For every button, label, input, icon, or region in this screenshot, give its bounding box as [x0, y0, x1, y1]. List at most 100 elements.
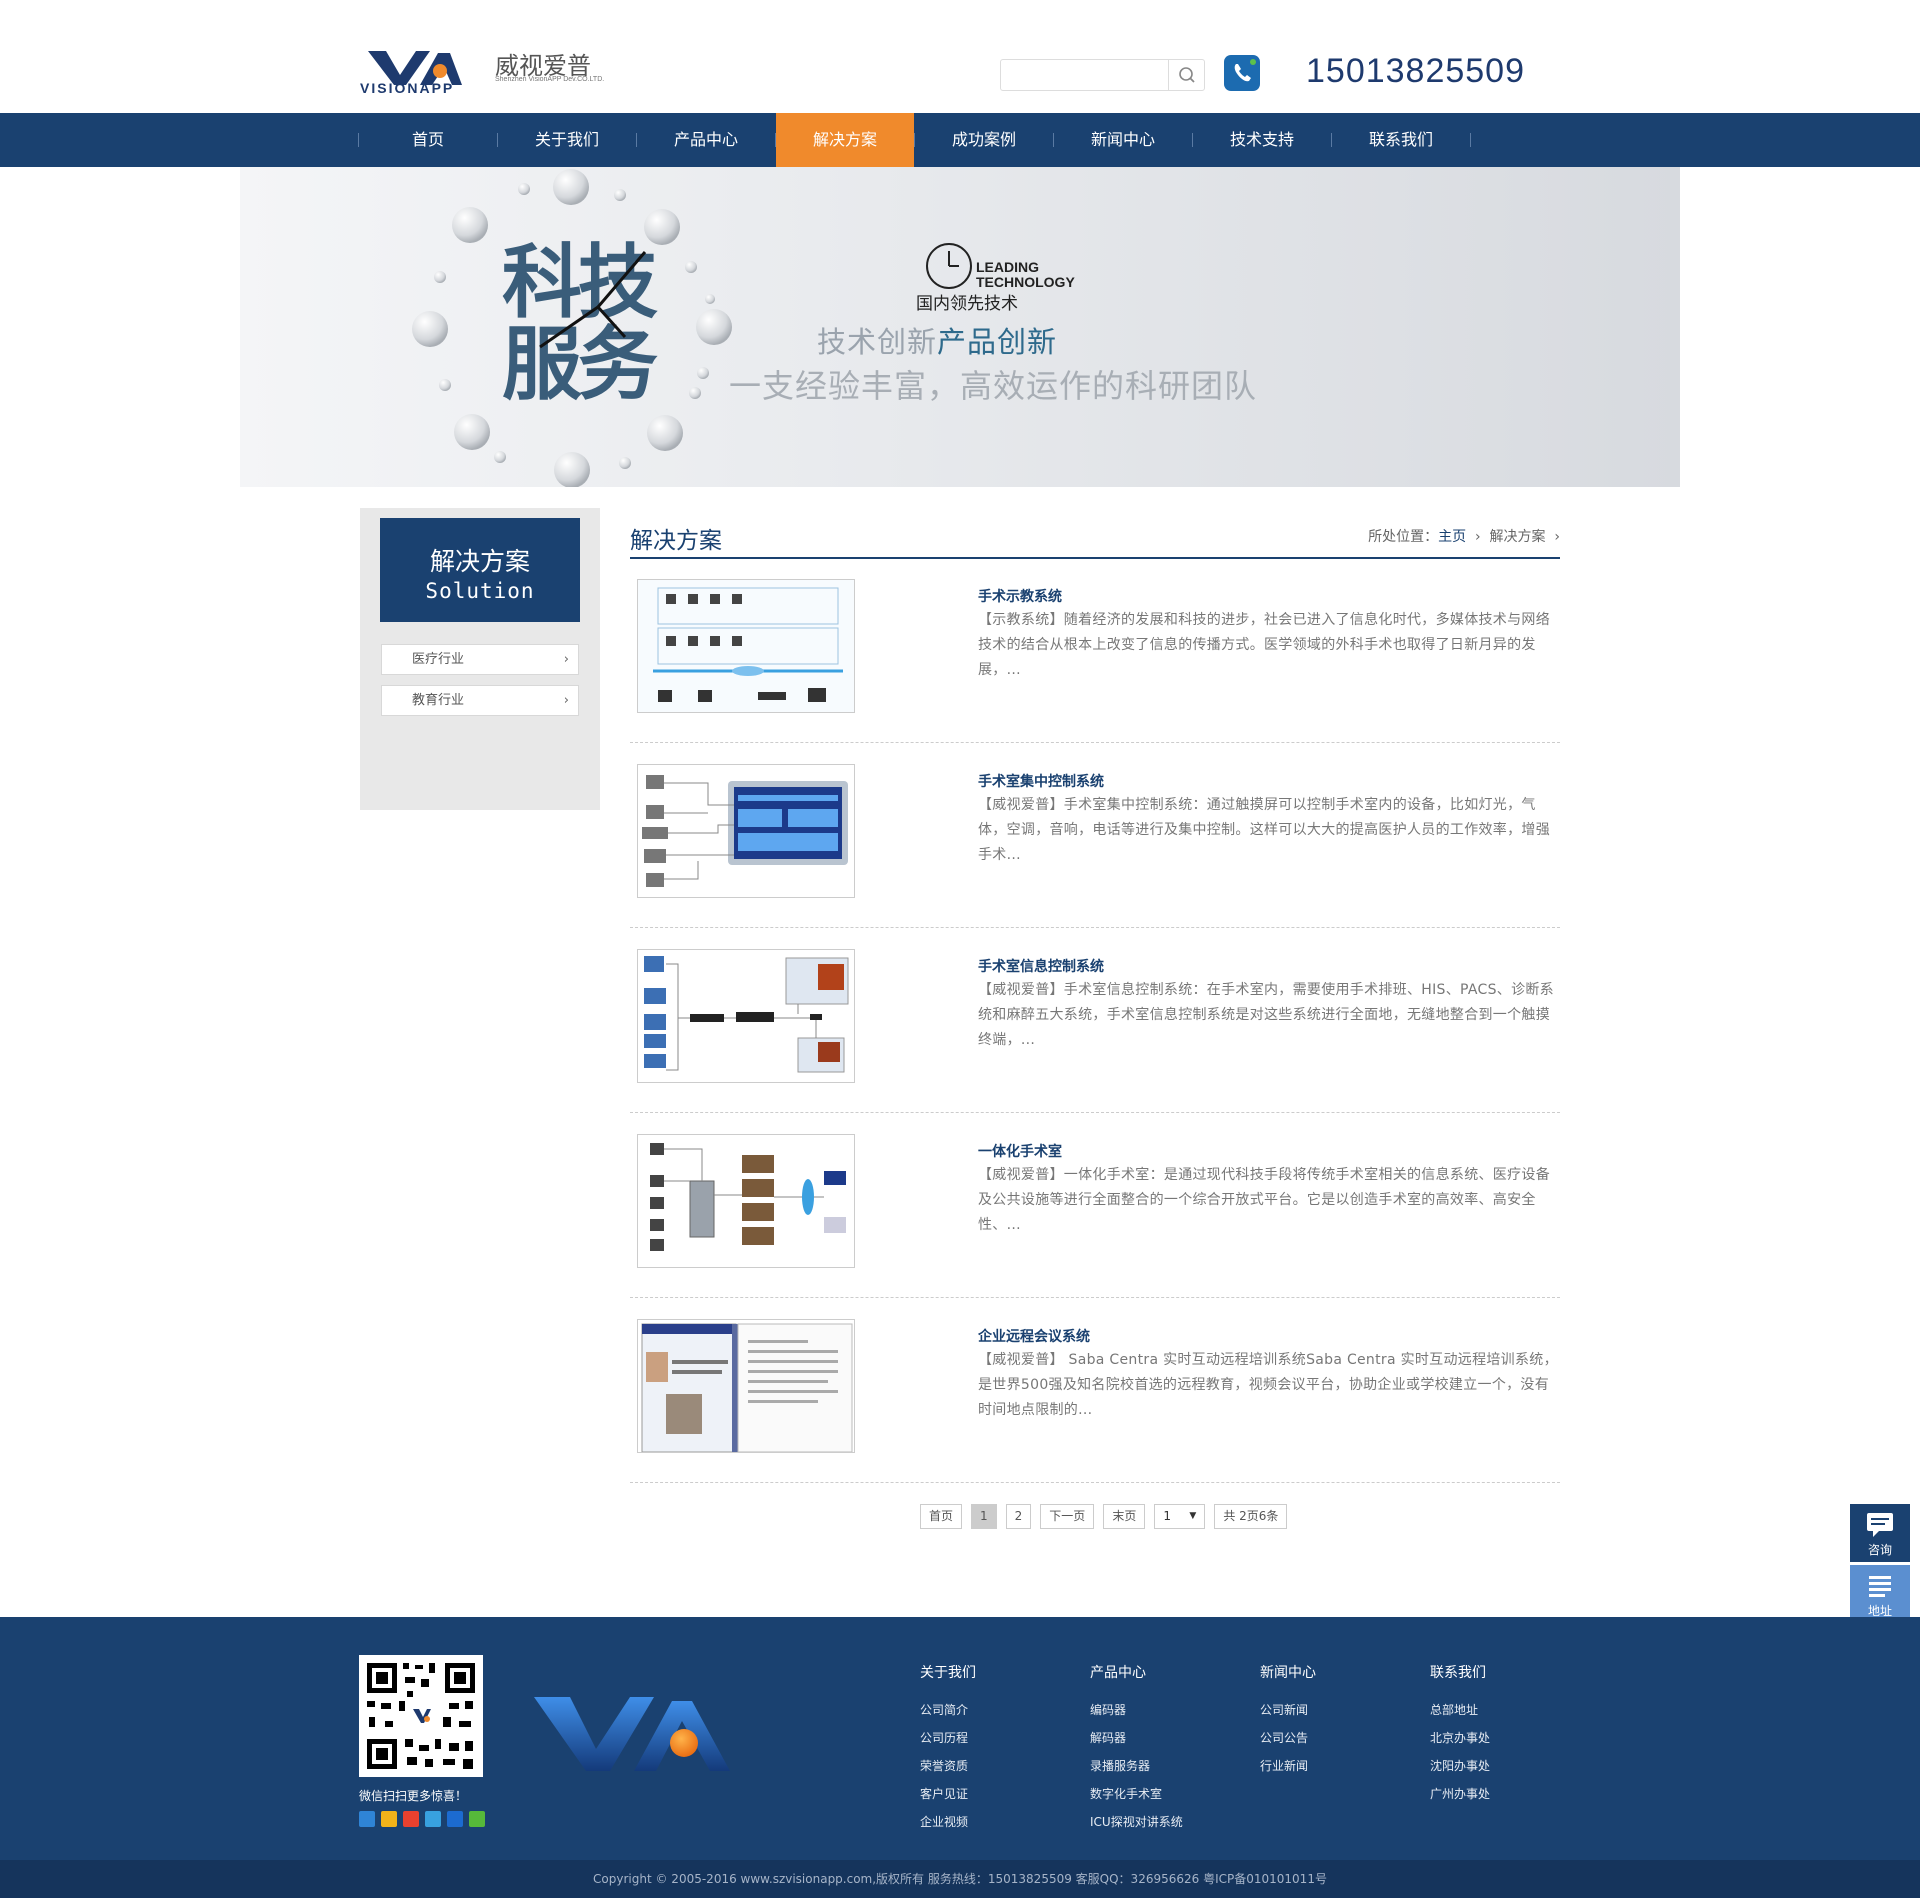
- nav-divider: [1470, 133, 1471, 147]
- footer-link[interactable]: 数字化手术室: [1090, 1780, 1183, 1808]
- nav-news[interactable]: 新闻中心: [1054, 113, 1192, 167]
- pager-first[interactable]: 首页: [920, 1504, 963, 1529]
- breadcrumb: 所处位置：主页 › 解决方案 ›: [1368, 526, 1560, 546]
- solution-item: 手术室集中控制系统 【威视爱普】手术室集中控制系统：通过触摸屏可以控制手术室内的…: [630, 743, 1560, 928]
- share-wechat-icon[interactable]: [469, 1811, 485, 1827]
- pager-page-2[interactable]: 2: [1005, 1504, 1032, 1529]
- footer-link[interactable]: 客户见证: [920, 1780, 976, 1808]
- footer-col-title: 联系我们: [1430, 1665, 1486, 1681]
- banner-slogan-2: 一支经验丰富，高效运作的科研团队: [729, 367, 1258, 405]
- breadcrumb-separator: ›: [1470, 529, 1486, 545]
- sidebar-title-cn: 解决方案: [429, 547, 530, 576]
- solution-thumbnail[interactable]: [637, 1134, 855, 1268]
- pager-last[interactable]: 末页: [1103, 1504, 1146, 1529]
- footer-link[interactable]: 公司简介: [920, 1696, 976, 1724]
- solution-item: 手术示教系统 【示教系统】随着经济的发展和科技的进步，社会已进入了信息化时代，多…: [630, 558, 1560, 743]
- breadcrumb-separator: ›: [1549, 529, 1560, 545]
- footer-link[interactable]: 解码器: [1090, 1724, 1183, 1752]
- banner-slogan-1a: 技术创新: [817, 325, 938, 359]
- pager-page-1[interactable]: 1: [971, 1504, 997, 1529]
- share-qzone-icon[interactable]: [381, 1811, 397, 1827]
- solution-item: 企业远程会议系统 【威视爱普】 Saba Centra 实时互动远程培训系统Sa…: [630, 1298, 1560, 1483]
- sidebar-item-medical[interactable]: 医疗行业 ›: [381, 644, 579, 675]
- solution-thumbnail[interactable]: [637, 579, 855, 713]
- chat-icon: [1867, 1513, 1893, 1537]
- sidebar-header: 解决方案 Solution: [380, 518, 580, 622]
- hotline-number: 15013825509: [1306, 52, 1526, 90]
- solution-thumbnail[interactable]: [637, 1319, 855, 1453]
- site-logo[interactable]: VISIONAPP 威视爱普 Shenzhen VisionAPP Dev.CO…: [358, 36, 618, 98]
- search-box: [1000, 59, 1205, 91]
- logo-subtitle: Shenzhen VisionAPP Dev.CO.LTD.: [495, 76, 605, 83]
- banner-leading-line1: LEADING: [976, 259, 1039, 275]
- solution-thumbnail[interactable]: [637, 949, 855, 1083]
- solution-title[interactable]: 企业远程会议系统: [978, 1326, 1090, 1346]
- phone-icon: [1224, 55, 1260, 91]
- footer-col-about: 关于我们 公司简介 公司历程 荣誉资质 客户见证 企业视频: [920, 1662, 976, 1836]
- footer-link[interactable]: 编码器: [1090, 1696, 1183, 1724]
- solution-item: 手术室信息控制系统 【威视爱普】手术室信息控制系统：在手术室内，需要使用手术排班…: [630, 928, 1560, 1113]
- solution-description: 【威视爱普】手术室集中控制系统：通过触摸屏可以控制手术室内的设备，比如灯光，气体…: [978, 797, 1550, 863]
- copyright-bar: Copyright © 2005-2016 www.szvisionapp.co…: [0, 1860, 1920, 1898]
- solution-title[interactable]: 手术室信息控制系统: [978, 956, 1104, 976]
- logo-text-en: VISIONAPP: [360, 80, 455, 96]
- sidebar: 解决方案 Solution 医疗行业 › 教育行业 ›: [360, 508, 600, 810]
- footer-col-title: 关于我们: [920, 1665, 976, 1681]
- footer-link[interactable]: 公司历程: [920, 1724, 976, 1752]
- footer-link[interactable]: ICU探视对讲系统: [1090, 1808, 1183, 1836]
- footer-link[interactable]: 沈阳办事处: [1430, 1752, 1490, 1780]
- float-address-button[interactable]: 地址: [1850, 1565, 1910, 1623]
- share-renren-icon[interactable]: [447, 1811, 463, 1827]
- float-consult-button[interactable]: 咨询: [1850, 1504, 1910, 1562]
- footer-link[interactable]: 录播服务器: [1090, 1752, 1183, 1780]
- footer-logo-icon: [534, 1697, 730, 1771]
- pager-next[interactable]: 下一页: [1040, 1504, 1095, 1529]
- nav-about[interactable]: 关于我们: [498, 113, 636, 167]
- footer-link[interactable]: 广州办事处: [1430, 1780, 1490, 1808]
- nav-products[interactable]: 产品中心: [637, 113, 775, 167]
- footer-link[interactable]: 公司公告: [1260, 1724, 1316, 1752]
- site-footer: 微信扫扫更多惊喜！ 关于我们 公司简介 公司历程 荣誉资质 客户见证 企业视频: [0, 1617, 1920, 1860]
- breadcrumb-home[interactable]: 主页: [1438, 529, 1466, 545]
- solution-title[interactable]: 一体化手术室: [978, 1141, 1062, 1161]
- nav-home[interactable]: 首页: [359, 113, 497, 167]
- clock-hands: [539, 251, 647, 349]
- nav-solutions[interactable]: 解决方案: [776, 113, 914, 167]
- address-list-icon: [1869, 1576, 1891, 1597]
- footer-link[interactable]: 北京办事处: [1430, 1724, 1490, 1752]
- solution-description: 【示教系统】随着经济的发展和科技的进步，社会已进入了信息化时代，多媒体技术与网络…: [978, 612, 1550, 678]
- footer-link[interactable]: 公司新闻: [1260, 1696, 1316, 1724]
- solution-item: 一体化手术室 【威视爱普】一体化手术室：是通过现代科技手段将传统手术室相关的信息…: [630, 1113, 1560, 1298]
- search-icon: [1179, 67, 1195, 83]
- footer-link[interactable]: 荣誉资质: [920, 1752, 976, 1780]
- sidebar-item-label: 医疗行业: [412, 652, 465, 667]
- footer-link[interactable]: 企业视频: [920, 1808, 976, 1836]
- solution-description: 【威视爱普】 Saba Centra 实时互动远程培训系统Saba Centra…: [978, 1352, 1558, 1418]
- footer-col-title: 新闻中心: [1260, 1665, 1316, 1681]
- banner-leading-cn: 国内领先技术: [916, 294, 1018, 314]
- footer-link[interactable]: 总部地址: [1430, 1696, 1490, 1724]
- nav-cases[interactable]: 成功案例: [915, 113, 1053, 167]
- breadcrumb-prefix: 所处位置：: [1368, 529, 1439, 545]
- nav-contact[interactable]: 联系我们: [1332, 113, 1470, 167]
- float-consult-label: 咨询: [1867, 1543, 1892, 1557]
- breadcrumb-current[interactable]: 解决方案: [1489, 529, 1545, 545]
- share-icons: [359, 1811, 485, 1827]
- share-tencent-icon[interactable]: [425, 1811, 441, 1827]
- pager-select[interactable]: 1 ▼: [1154, 1504, 1206, 1529]
- share-more-icon[interactable]: [359, 1811, 375, 1827]
- solution-title[interactable]: 手术示教系统: [978, 586, 1062, 606]
- footer-link[interactable]: 行业新闻: [1260, 1752, 1316, 1780]
- pager-total: 共 2页6条: [1214, 1504, 1288, 1529]
- solution-title[interactable]: 手术室集中控制系统: [978, 771, 1104, 791]
- sidebar-item-education[interactable]: 教育行业 ›: [381, 685, 579, 716]
- chevron-right-icon: ›: [563, 693, 569, 708]
- solution-thumbnail[interactable]: [637, 764, 855, 898]
- banner-leading-line2: TECHNOLOGY: [976, 274, 1075, 290]
- chevron-right-icon: ›: [563, 652, 569, 667]
- nav-support[interactable]: 技术支持: [1193, 113, 1331, 167]
- search-input[interactable]: [1003, 62, 1163, 88]
- share-weibo-icon[interactable]: [403, 1811, 419, 1827]
- clock-icon: [926, 243, 972, 289]
- search-button[interactable]: [1168, 60, 1204, 90]
